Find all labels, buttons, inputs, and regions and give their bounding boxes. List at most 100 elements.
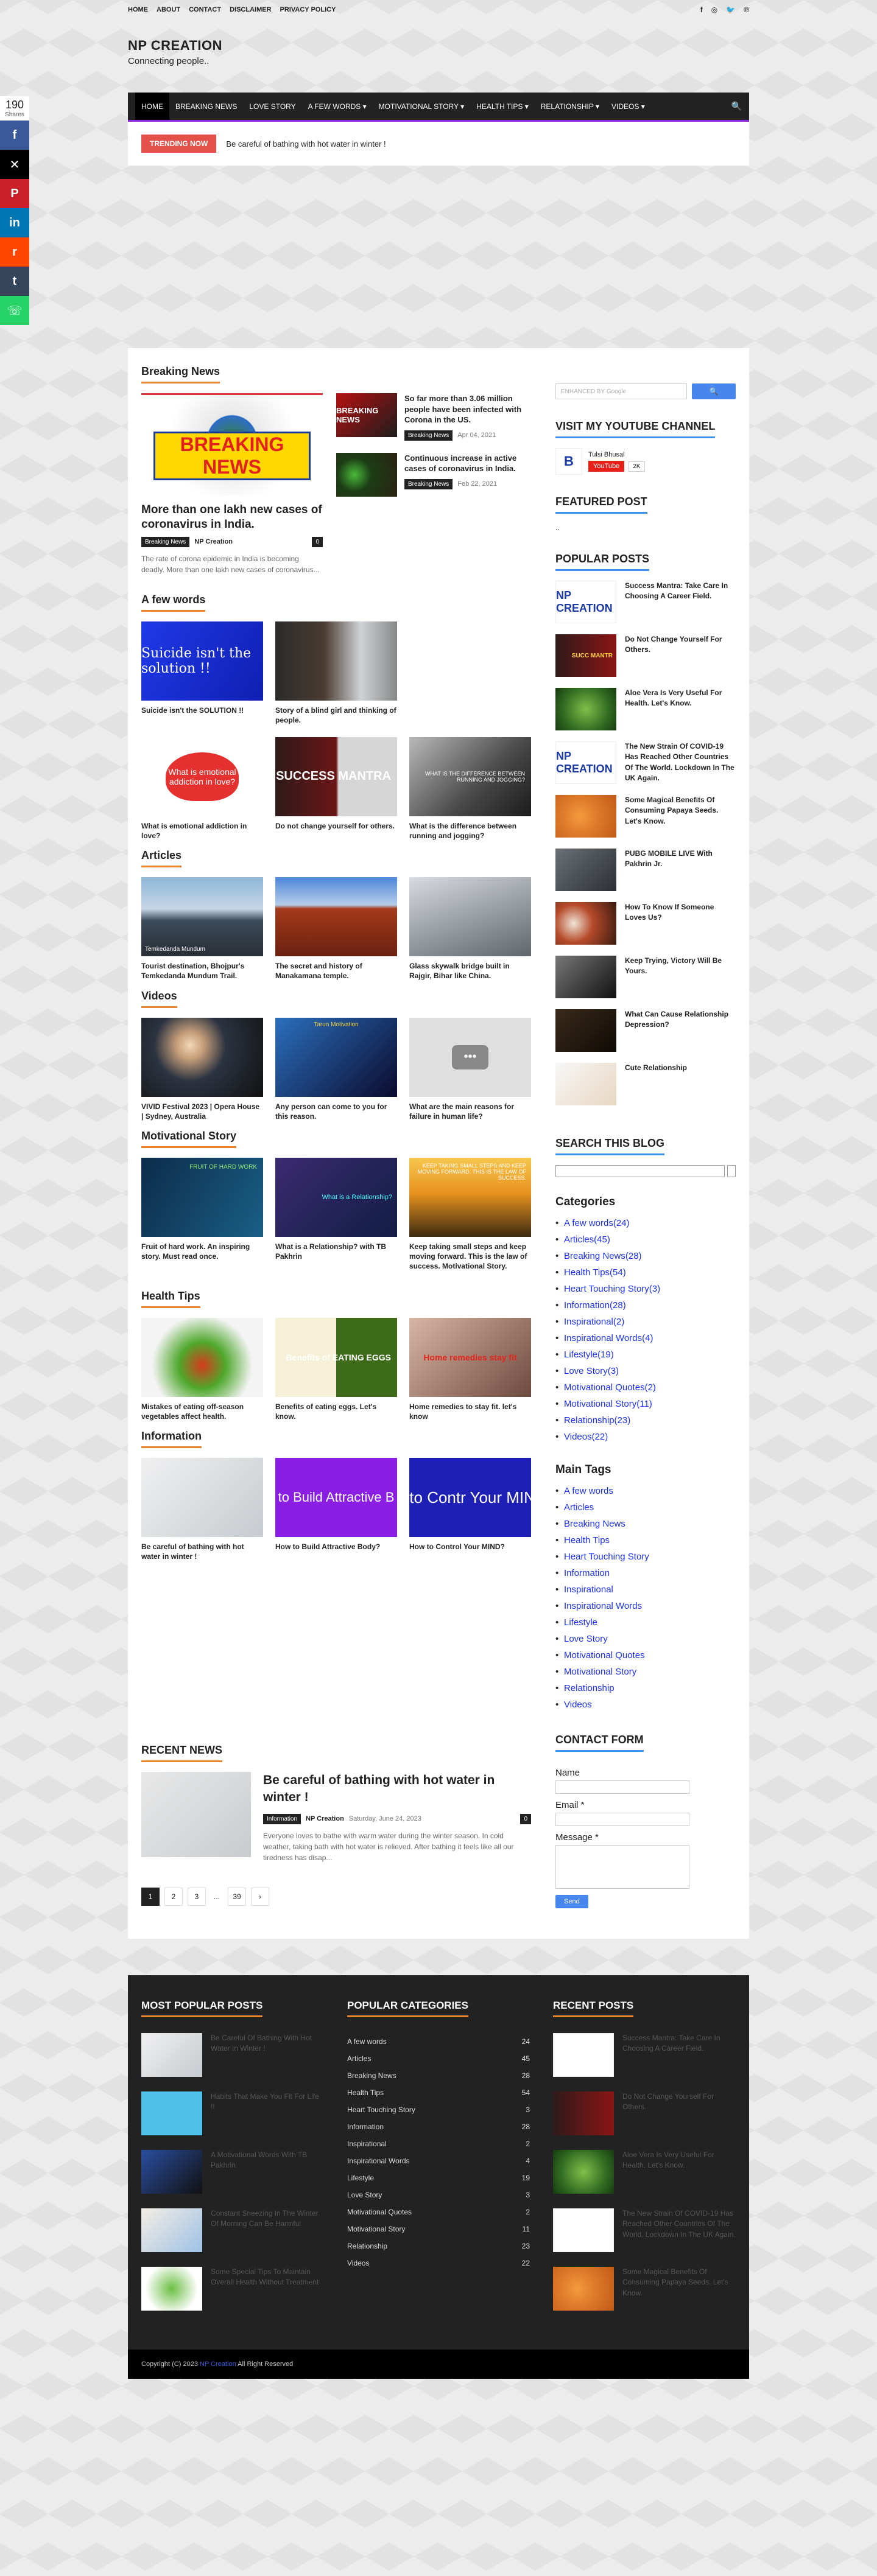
post-card[interactable]: VIVID Festival 2023 | Opera House | Sydn… xyxy=(141,1017,263,1121)
category-link[interactable]: Motivational Story(11) xyxy=(555,1396,736,1412)
post-title[interactable]: Be careful of bathing with hot water in … xyxy=(141,1542,263,1561)
footer-category[interactable]: Motivational Quotes 2 xyxy=(347,2203,530,2221)
footer-category[interactable]: A few words 24 xyxy=(347,2033,530,2050)
footer-post[interactable]: Constant Sneezing In The Winter Of Morni… xyxy=(141,2208,324,2252)
post-title[interactable]: VIVID Festival 2023 | Opera House | Sydn… xyxy=(141,1102,263,1121)
category-link[interactable]: Love Story(3) xyxy=(555,1363,736,1379)
footer-post-title[interactable]: Aloe Vera Is Very Useful For Health. Let… xyxy=(622,2150,736,2194)
post-thumb[interactable]: Temkedanda Mundum xyxy=(141,877,263,957)
twitter-icon[interactable]: 🐦 xyxy=(726,5,735,14)
post-card[interactable]: ••• What are the main reasons for failur… xyxy=(409,1017,531,1121)
category-link[interactable]: Health Tips(54) xyxy=(555,1264,736,1281)
popular-thumb[interactable] xyxy=(555,795,616,838)
category-link[interactable]: Inspirational(2) xyxy=(555,1314,736,1330)
footer-category[interactable]: Heart Touching Story 3 xyxy=(347,2101,530,2118)
tag-link[interactable]: Videos xyxy=(555,1696,736,1713)
tag-link[interactable]: Love Story xyxy=(555,1631,736,1647)
popular-thumb[interactable] xyxy=(555,1009,616,1052)
post-card[interactable]: w to Contr Your MIND How to Control Your… xyxy=(409,1457,531,1561)
footer-thumb[interactable] xyxy=(553,2033,614,2077)
category-link[interactable]: Breaking News(28) xyxy=(555,1248,736,1264)
post-title[interactable]: What is emotional addiction in love? xyxy=(141,821,263,841)
post-card[interactable]: SUCCESS MANTRA Do not change yourself fo… xyxy=(275,737,397,841)
tag-link[interactable]: Breaking News xyxy=(555,1516,736,1532)
tag-link[interactable]: Inspirational xyxy=(555,1581,736,1598)
popular-post[interactable]: Keep Trying, Victory Will Be Yours. xyxy=(555,956,736,998)
tag-link[interactable]: Relationship xyxy=(555,1680,736,1696)
post-label[interactable]: Breaking News xyxy=(404,430,453,441)
category-link[interactable]: Motivational Quotes(2) xyxy=(555,1379,736,1396)
post-thumb[interactable]: What is a Relationship? xyxy=(275,1158,397,1237)
channel-logo[interactable]: B xyxy=(555,448,582,475)
message-field[interactable] xyxy=(555,1845,689,1889)
reddit-share-button[interactable]: r xyxy=(0,237,29,267)
popular-thumb[interactable]: NP CREATION xyxy=(555,741,616,784)
footer-category[interactable]: Health Tips 54 xyxy=(347,2084,530,2101)
post-card[interactable]: What is a Relationship? What is a Relati… xyxy=(275,1158,397,1272)
category-link[interactable]: Information(28) xyxy=(555,1297,736,1314)
post-thumb[interactable] xyxy=(409,877,531,957)
footer-post-title[interactable]: The New Strain Of COVID-19 Has Reached O… xyxy=(622,2208,736,2252)
post-thumb[interactable]: w to Contr Your MIND xyxy=(409,1457,531,1537)
tag-link[interactable]: Lifestyle xyxy=(555,1614,736,1631)
footer-category[interactable]: Relationship 23 xyxy=(347,2238,530,2255)
post-title[interactable]: The secret and history of Manakamana tem… xyxy=(275,961,397,981)
nav-motivational-story[interactable]: MOTIVATIONAL STORY ▾ xyxy=(373,93,471,120)
popular-thumb[interactable] xyxy=(555,1063,616,1105)
footer-thumb[interactable] xyxy=(553,2267,614,2311)
post-card[interactable]: What is emotional addiction in love? Wha… xyxy=(141,737,263,841)
category-link[interactable]: A few words(24) xyxy=(555,1215,736,1231)
post-title[interactable]: Any person can come to you for this reas… xyxy=(275,1102,397,1121)
footer-category[interactable]: Love Story 3 xyxy=(347,2186,530,2203)
recent-post[interactable]: Be careful of bathing with hot water in … xyxy=(141,1772,531,1863)
trending-link[interactable]: Be careful of bathing with hot water in … xyxy=(226,139,386,149)
footer-category[interactable]: Videos 22 xyxy=(347,2255,530,2272)
post-thumb[interactable]: to Build Attractive B xyxy=(275,1457,397,1537)
post-thumb[interactable] xyxy=(141,1017,263,1097)
nav-a-few-words[interactable]: A FEW WORDS ▾ xyxy=(302,93,373,120)
post-card[interactable]: Tarun Motivation Any person can come to … xyxy=(275,1017,397,1121)
popular-thumb[interactable] xyxy=(555,956,616,998)
nav-breaking-news[interactable]: BREAKING NEWS xyxy=(169,93,243,120)
post-card[interactable]: Benefits of EATING EGGS Benefits of eati… xyxy=(275,1317,397,1421)
popular-thumb[interactable] xyxy=(555,902,616,945)
popular-post[interactable]: How To Know If Someone Loves Us? xyxy=(555,902,736,945)
category-link[interactable]: Relationship(23) xyxy=(555,1412,736,1429)
tag-link[interactable]: A few words xyxy=(555,1483,736,1499)
footer-post-title[interactable]: Constant Sneezing In The Winter Of Morni… xyxy=(211,2208,324,2252)
popular-title-text[interactable]: Aloe Vera Is Very Useful For Health. Let… xyxy=(625,688,736,709)
post-label[interactable]: Information xyxy=(263,1813,301,1824)
blog-search-button[interactable] xyxy=(727,1165,736,1177)
category-link[interactable]: Inspirational Words(4) xyxy=(555,1330,736,1346)
facebook-icon[interactable]: f xyxy=(700,5,703,14)
popular-title-text[interactable]: Success Mantra: Take Care In Choosing A … xyxy=(625,581,736,602)
footer-post-title[interactable]: Success Mantra: Take Care In Choosing A … xyxy=(622,2033,736,2077)
post-thumb[interactable]: Home remedies stay fit xyxy=(409,1317,531,1397)
page-1[interactable]: 1 xyxy=(141,1887,160,1906)
x-share-button[interactable]: ✕ xyxy=(0,150,29,179)
breaking-side-title[interactable]: Continuous increase in active cases of c… xyxy=(404,453,531,474)
footer-post-title[interactable]: Be Careful Of Bathing With Hot Water In … xyxy=(211,2033,324,2077)
post-title[interactable]: Do not change yourself for others. xyxy=(275,821,397,831)
tag-link[interactable]: Heart Touching Story xyxy=(555,1549,736,1565)
popular-post[interactable]: PUBG MOBILE LIVE With Pakhrin Jr. xyxy=(555,849,736,891)
nav-videos[interactable]: VIDEOS ▾ xyxy=(605,93,651,120)
footer-post-title[interactable]: Habits That Make You Fit For Life !! xyxy=(211,2091,324,2135)
post-card[interactable]: Be careful of bathing with hot water in … xyxy=(141,1457,263,1561)
popular-title-text[interactable]: Keep Trying, Victory Will Be Yours. xyxy=(625,956,736,977)
footer-post[interactable]: Success Mantra: Take Care In Choosing A … xyxy=(553,2033,736,2077)
popular-post[interactable]: NP CREATION The New Strain Of COVID-19 H… xyxy=(555,741,736,784)
post-card[interactable]: KEEP TAKING SMALL STEPS AND KEEP MOVING … xyxy=(409,1158,531,1272)
footer-thumb[interactable] xyxy=(141,2150,202,2194)
footer-thumb[interactable] xyxy=(553,2150,614,2194)
tag-link[interactable]: Motivational Story xyxy=(555,1664,736,1680)
page-2[interactable]: 2 xyxy=(164,1887,183,1906)
footer-post[interactable]: A Motivational Words With TB Pakhrin xyxy=(141,2150,324,2194)
post-thumb[interactable]: SUCCESS MANTRA xyxy=(275,737,397,816)
footer-post-title[interactable]: Do Not Change Yourself For Others. xyxy=(622,2091,736,2135)
tag-link[interactable]: Health Tips xyxy=(555,1532,736,1549)
nav-relationship[interactable]: RELATIONSHIP ▾ xyxy=(535,93,605,120)
tag-link[interactable]: Information xyxy=(555,1565,736,1581)
breaking-main-image[interactable]: BREAKING NEWS xyxy=(141,393,323,495)
breaking-main-title[interactable]: More than one lakh new cases of coronavi… xyxy=(141,503,323,532)
